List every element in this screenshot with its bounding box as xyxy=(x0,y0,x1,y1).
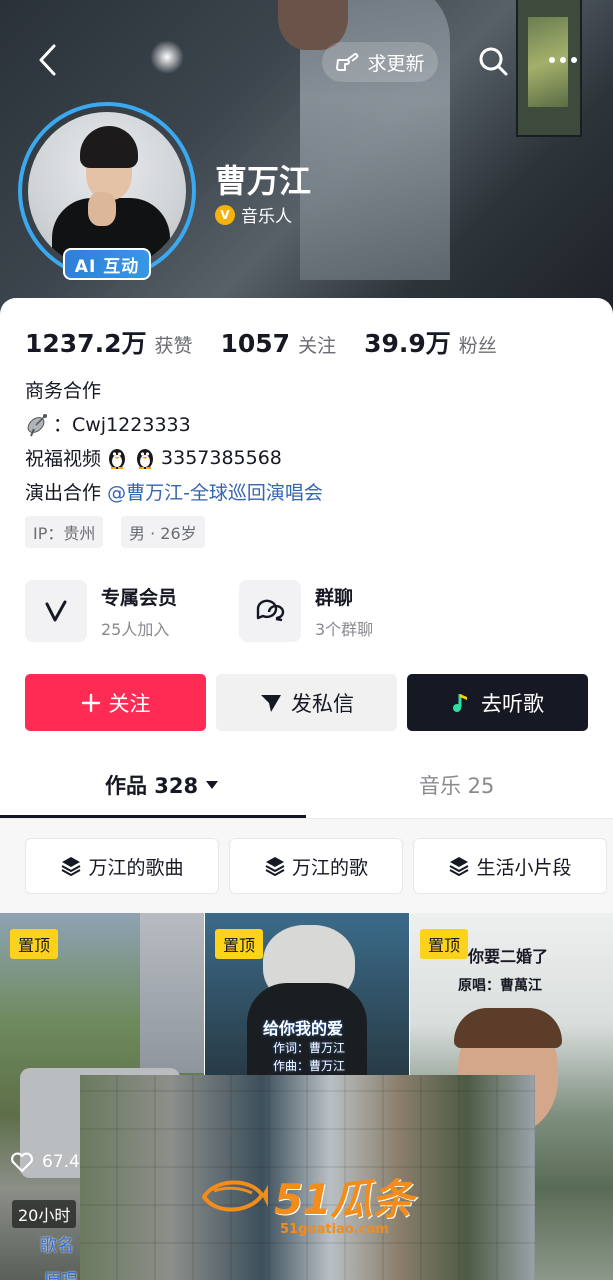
chip-wanjiang-songs[interactable]: 万江的歌曲 xyxy=(25,838,219,894)
send-icon xyxy=(261,694,281,712)
following-label[interactable]: 关注 xyxy=(298,331,336,358)
profile-name: 曹万江 xyxy=(215,162,312,200)
chip-wanjiang-song[interactable]: 万江的歌 xyxy=(229,838,403,894)
pinned-badge: 置顶 xyxy=(10,929,59,959)
plus-icon xyxy=(81,693,100,712)
member-subtitle: 25人加入 xyxy=(101,619,170,639)
following-count[interactable]: 1057 xyxy=(221,329,291,358)
bio-contact-id: ：Cwj1223333 xyxy=(53,414,191,436)
followers-label[interactable]: 粉丝 xyxy=(459,331,497,358)
bio-line-3: 祝福视频 3357385568 xyxy=(25,444,282,471)
pinned-badge: 置顶 xyxy=(215,929,264,959)
stats-row: 1237.2万 获赞 1057 关注 39.9万 粉丝 xyxy=(25,324,525,360)
verified-row: V 音乐人 xyxy=(215,202,292,227)
followers-count[interactable]: 39.9万 xyxy=(364,324,451,360)
overlay-title: 你要二婚了 xyxy=(468,947,549,966)
group-chat-subtitle: 3个群聊 xyxy=(315,619,374,639)
overlay-lyricist: 作词：曹万江 xyxy=(273,1041,346,1055)
overlay-composer: 作曲：曹万江 xyxy=(273,1059,346,1073)
caption-song-name: 歌名 xyxy=(40,1236,74,1256)
send-message-button[interactable]: 发私信 xyxy=(216,674,397,731)
overlay-original: 原唱：曹萬江 xyxy=(458,978,542,994)
gender-age-tag: 男 · 26岁 xyxy=(121,516,205,548)
avatar-hair xyxy=(80,126,138,168)
chip-label: 生活小片段 xyxy=(476,856,572,879)
ai-interact-badge[interactable]: AI 互动 xyxy=(63,248,151,280)
avatar-hand xyxy=(88,192,116,226)
search-icon xyxy=(479,47,508,76)
exclusive-member-entry[interactable]: 专属会员 25人加入 xyxy=(25,579,225,643)
time-badge: 20小时 xyxy=(12,1200,77,1228)
hair-shape xyxy=(454,1008,562,1048)
bio-mention-link[interactable]: @曹万江-全球巡回演唱会 xyxy=(107,482,323,504)
ip-location-tag: IP：贵州 xyxy=(25,516,104,548)
tab-works[interactable]: 作品 328 xyxy=(105,770,220,800)
vip-v-icon xyxy=(45,600,67,622)
site-watermark: 51瓜条 xyxy=(200,1166,413,1227)
hand-point-icon xyxy=(336,53,359,71)
chip-life-clips[interactable]: 生活小片段 xyxy=(413,838,607,894)
pinned-badge: 置顶 xyxy=(420,929,469,959)
listen-music-button[interactable]: 去听歌 xyxy=(407,674,588,731)
satellite-dish-icon xyxy=(27,413,47,436)
likes-count: 1237.2万 xyxy=(25,329,147,358)
banner-light xyxy=(150,40,184,74)
likes-overlay: 67.4 xyxy=(10,1151,80,1173)
back-button[interactable] xyxy=(32,40,66,80)
more-button[interactable] xyxy=(545,44,581,80)
overlay-title: 给你我的爱 xyxy=(263,1019,344,1038)
follow-label: 关注 xyxy=(108,691,151,716)
chevron-left-icon xyxy=(39,44,56,76)
request-update-label: 求更新 xyxy=(367,52,425,75)
verified-icon: V xyxy=(215,204,235,225)
likes-count-overlay: 67.4 xyxy=(42,1152,80,1172)
tab-music[interactable]: 音乐 25 xyxy=(419,770,494,800)
building-shape xyxy=(140,913,204,1073)
likes-label: 获赞 xyxy=(154,335,193,357)
layers-icon xyxy=(265,857,285,877)
group-chat-icon-box xyxy=(239,580,301,642)
bio-blessing-label: 祝福视频 xyxy=(25,448,102,470)
chip-label: 万江的歌 xyxy=(291,856,368,879)
music-note-icon xyxy=(453,693,467,712)
tab-works-label: 作品 328 xyxy=(105,774,199,798)
more-dots-icon xyxy=(549,57,577,63)
bio-qq-number: 3357385568 xyxy=(161,446,282,469)
verified-label: 音乐人 xyxy=(241,207,292,227)
layers-icon xyxy=(449,857,469,877)
chip-label: 万江的歌曲 xyxy=(88,856,184,879)
group-chat-entry[interactable]: 群聊 3个群聊 xyxy=(239,579,439,643)
caret-down-icon xyxy=(206,781,219,789)
bio-line-4: 演出合作 @曹万江-全球巡回演唱会 xyxy=(25,478,323,505)
watermark-brand: 51瓜条 xyxy=(274,1175,413,1224)
caption-original: 原唱 xyxy=(44,1266,78,1280)
chat-bubbles-icon xyxy=(256,599,285,622)
listen-music-label: 去听歌 xyxy=(481,691,544,716)
member-icon-box xyxy=(25,580,87,642)
avatar-image xyxy=(28,112,186,270)
watermark-url: 51guatiao.com xyxy=(280,1222,389,1237)
group-chat-title: 群聊 xyxy=(315,586,354,609)
heart-icon xyxy=(11,1152,33,1173)
layers-icon xyxy=(61,857,81,877)
request-update-button[interactable]: 求更新 xyxy=(322,42,438,82)
penguin-icon xyxy=(137,448,154,469)
member-title: 专属会员 xyxy=(101,586,178,609)
search-button[interactable] xyxy=(476,44,512,80)
follow-button[interactable]: 关注 xyxy=(25,674,206,731)
bio-performance-label: 演出合作 xyxy=(25,482,102,504)
fish-logo-icon xyxy=(201,1180,268,1211)
bio-line-1: 商务合作 xyxy=(25,380,102,402)
bio-line-2: ：Cwj1223333 xyxy=(25,410,191,437)
penguin-icon xyxy=(109,448,126,469)
send-message-label: 发私信 xyxy=(291,691,354,716)
